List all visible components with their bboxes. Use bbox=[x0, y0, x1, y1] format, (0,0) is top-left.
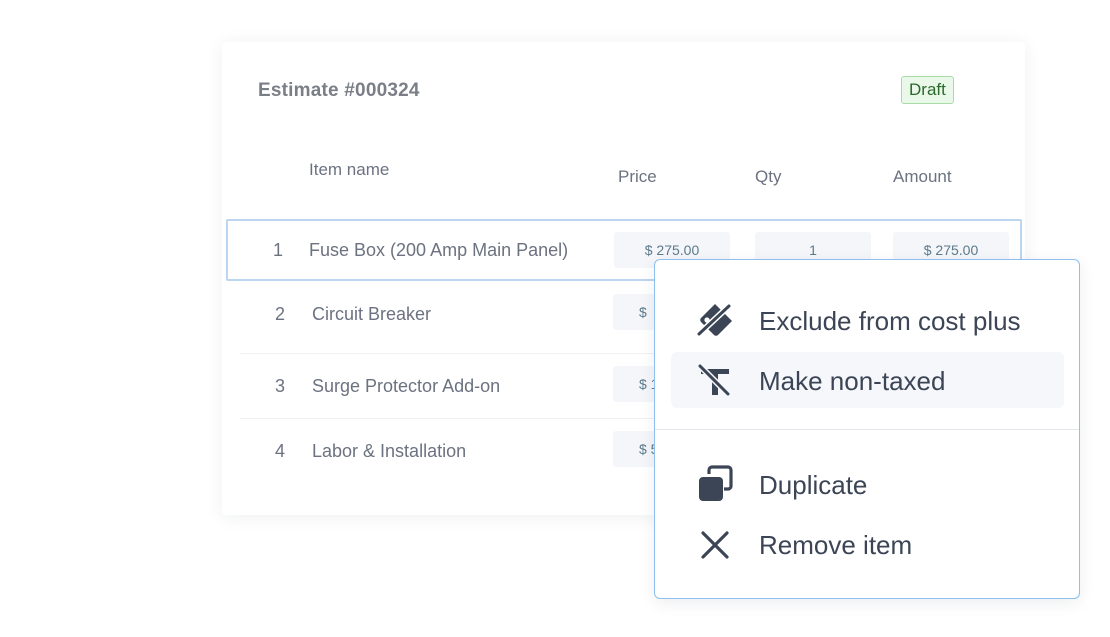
menu-divider bbox=[655, 429, 1079, 430]
column-header-price: Price bbox=[618, 167, 657, 186]
stage: Estimate #000324 Draft Item name Price Q… bbox=[0, 0, 1110, 637]
row-number: 4 bbox=[274, 441, 285, 461]
row-number: 1 bbox=[272, 240, 283, 260]
item-name: Circuit Breaker bbox=[312, 304, 432, 324]
status-badge: Draft bbox=[901, 76, 954, 104]
estimate-title: Estimate #000324 bbox=[258, 80, 420, 101]
item-name: Labor & Installation bbox=[312, 441, 467, 461]
column-header-qty: Qty bbox=[755, 167, 782, 186]
menu-item-label: Exclude from cost plus bbox=[759, 306, 1021, 336]
column-header-amount: Amount bbox=[893, 167, 952, 186]
context-menu: Exclude from cost plus Make non-taxed Du… bbox=[654, 259, 1080, 599]
column-header-item-name: Item name bbox=[309, 160, 390, 179]
menu-item-exclude-cost-plus[interactable]: Exclude from cost plus bbox=[671, 292, 1064, 348]
duplicate-icon bbox=[695, 465, 735, 505]
tag-off-icon bbox=[695, 301, 735, 341]
menu-item-label: Make non-taxed bbox=[759, 366, 946, 396]
row-number: 2 bbox=[274, 304, 285, 324]
close-icon bbox=[695, 525, 735, 565]
menu-item-label: Duplicate bbox=[759, 470, 868, 500]
menu-item-label: Remove item bbox=[759, 530, 913, 560]
item-name: Fuse Box (200 Amp Main Panel) bbox=[309, 240, 569, 260]
menu-item-duplicate[interactable]: Duplicate bbox=[671, 456, 1064, 512]
tax-off-icon bbox=[695, 361, 735, 401]
row-number: 3 bbox=[274, 376, 285, 396]
menu-item-make-non-taxed[interactable]: Make non-taxed bbox=[671, 352, 1064, 408]
menu-item-remove[interactable]: Remove item bbox=[671, 516, 1064, 572]
item-name: Surge Protector Add-on bbox=[312, 376, 501, 396]
